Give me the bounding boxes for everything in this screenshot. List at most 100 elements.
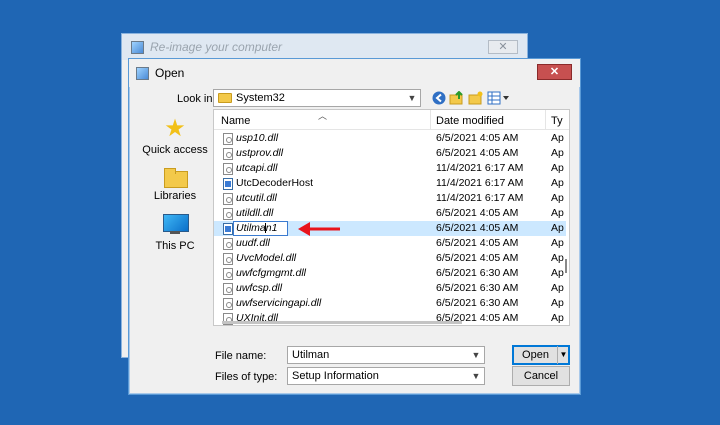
dll-icon	[223, 283, 233, 295]
open-button[interactable]: Open ▼	[512, 345, 570, 365]
file-name: uwfcsp.dll	[236, 282, 283, 294]
scrollbar-thumb[interactable]	[222, 321, 462, 324]
file-name-label: File name:	[215, 350, 267, 362]
rename-input[interactable]: Utilman1	[233, 221, 288, 236]
file-name: ustprov.dll	[236, 147, 284, 159]
app-icon	[130, 40, 144, 54]
place-label: This PC	[155, 240, 195, 252]
column-date-modified[interactable]: Date modified	[436, 115, 504, 127]
file-name: utildll.dll	[236, 207, 274, 219]
file-name: utcutil.dll	[236, 192, 277, 204]
file-type: Ap	[551, 177, 564, 189]
back-arrow-icon	[432, 91, 446, 105]
chevron-down-icon[interactable]: ▼	[468, 347, 484, 363]
column-divider[interactable]	[545, 110, 546, 130]
list-item[interactable]: uwfservicingapi.dll 6/5/2021 6:30 AM Ap	[214, 296, 566, 311]
file-date: 6/5/2021 6:30 AM	[436, 267, 519, 279]
file-name: UvcModel.dll	[236, 252, 297, 264]
chevron-down-icon: ▼	[407, 93, 417, 103]
vertical-scrollbar[interactable]	[563, 130, 569, 325]
file-date: 6/5/2021 4:05 AM	[436, 252, 519, 264]
file-date: 6/5/2021 4:05 AM	[436, 222, 519, 234]
places-bar: ★ Quick access Libraries This PC	[137, 113, 213, 323]
computer-icon	[162, 213, 189, 237]
file-type: Ap	[551, 267, 564, 279]
dll-icon	[223, 133, 233, 145]
list-item[interactable]: UvcModel.dll 6/5/2021 4:05 AM Ap	[214, 251, 566, 266]
text-caret	[265, 223, 266, 233]
file-date: 6/5/2021 4:05 AM	[436, 237, 519, 249]
file-list[interactable]: ︿ Name Date modified Ty usp10.dll 6/5/202…	[213, 109, 570, 326]
list-item[interactable]: uwfcsp.dll 6/5/2021 6:30 AM Ap	[214, 281, 566, 296]
list-item[interactable]: utcapi.dll 11/4/2021 6:17 AM Ap	[214, 161, 566, 176]
column-divider[interactable]	[430, 110, 431, 130]
view-menu-icon	[487, 91, 509, 105]
folder-icon	[218, 93, 232, 103]
list-item[interactable]: UtcDecoderHost 11/4/2021 6:17 AM Ap	[214, 176, 566, 191]
list-item-selected[interactable]: Utilman1 6/5/2021 4:05 AM Ap	[214, 221, 566, 236]
dll-icon	[223, 298, 233, 310]
column-name[interactable]: Name	[221, 115, 250, 127]
file-type: Ap	[551, 297, 564, 309]
new-folder-button[interactable]	[467, 89, 485, 107]
new-folder-icon	[468, 91, 483, 105]
file-date: 6/5/2021 4:05 AM	[436, 132, 519, 144]
list-item[interactable]: ustprov.dll 6/5/2021 4:05 AM Ap	[214, 146, 566, 161]
file-type: Ap	[551, 147, 564, 159]
dll-icon	[223, 148, 233, 160]
file-date: 6/5/2021 6:30 AM	[436, 297, 519, 309]
exe-icon	[223, 178, 233, 190]
file-name: UtcDecoderHost	[236, 177, 314, 189]
dll-icon	[223, 193, 233, 205]
place-libraries[interactable]: Libraries	[137, 165, 213, 202]
view-menu-button[interactable]	[486, 89, 510, 107]
list-item[interactable]: utildll.dll 6/5/2021 4:05 AM Ap	[214, 206, 566, 221]
dll-icon	[223, 208, 233, 220]
list-item[interactable]: usp10.dll 6/5/2021 4:05 AM Ap	[214, 131, 566, 146]
up-folder-button[interactable]	[448, 89, 466, 107]
file-date: 11/4/2021 6:17 AM	[436, 177, 524, 189]
dll-icon	[223, 268, 233, 280]
back-button[interactable]	[430, 89, 448, 107]
look-in-dropdown[interactable]: System32 ▼	[213, 89, 421, 107]
list-item[interactable]: utcutil.dll 11/4/2021 6:17 AM Ap	[214, 191, 566, 206]
column-type[interactable]: Ty	[551, 115, 563, 127]
file-type: Ap	[551, 192, 564, 204]
list-item[interactable]: uwfcfgmgmt.dll 6/5/2021 6:30 AM Ap	[214, 266, 566, 281]
file-name: uwfservicingapi.dll	[236, 297, 322, 309]
file-date: 6/5/2021 4:05 AM	[436, 207, 519, 219]
dll-icon	[223, 253, 233, 265]
file-name-input[interactable]: Utilman ▼	[287, 346, 485, 364]
place-label: Libraries	[153, 190, 197, 202]
look-in-label: Look in:	[177, 93, 216, 105]
dll-icon	[223, 163, 233, 175]
files-of-type-label: Files of type:	[215, 371, 278, 383]
file-name: uwfcfgmgmt.dll	[236, 267, 307, 279]
file-date: 11/4/2021 6:17 AM	[436, 162, 524, 174]
open-button-label: Open	[522, 349, 549, 361]
list-item[interactable]: uudf.dll 6/5/2021 4:05 AM Ap	[214, 236, 566, 251]
file-date: 6/5/2021 4:05 AM	[436, 147, 519, 159]
file-name-value: Utilman	[292, 349, 330, 361]
cancel-button[interactable]: Cancel	[512, 366, 570, 386]
background-window-titlebar: Re-image your computer	[122, 34, 527, 60]
open-dropdown-arrow[interactable]: ▼	[557, 346, 569, 364]
file-date: 11/4/2021 6:17 AM	[436, 192, 524, 204]
dialog-title: Open	[155, 66, 185, 80]
sort-ascending-icon: ︿	[318, 111, 328, 121]
scrollbar-thumb[interactable]	[565, 259, 567, 273]
place-quick-access[interactable]: ★ Quick access	[137, 117, 213, 157]
annotation-arrow-icon	[298, 222, 340, 236]
file-name: utcapi.dll	[236, 162, 278, 174]
dll-icon	[223, 238, 233, 250]
look-in-value: System32	[236, 92, 285, 104]
files-of-type-dropdown[interactable]: Setup Information ▼	[287, 367, 485, 385]
horizontal-scrollbar[interactable]	[214, 319, 565, 325]
file-type: Ap	[551, 237, 564, 249]
close-button[interactable]: ✕	[537, 64, 572, 80]
file-date: 6/5/2021 6:30 AM	[436, 282, 519, 294]
background-window-title: Re-image your computer	[150, 40, 283, 54]
file-type: Ap	[551, 222, 564, 234]
background-close-button[interactable]: ✕	[488, 40, 518, 54]
place-this-pc[interactable]: This PC	[137, 213, 213, 252]
